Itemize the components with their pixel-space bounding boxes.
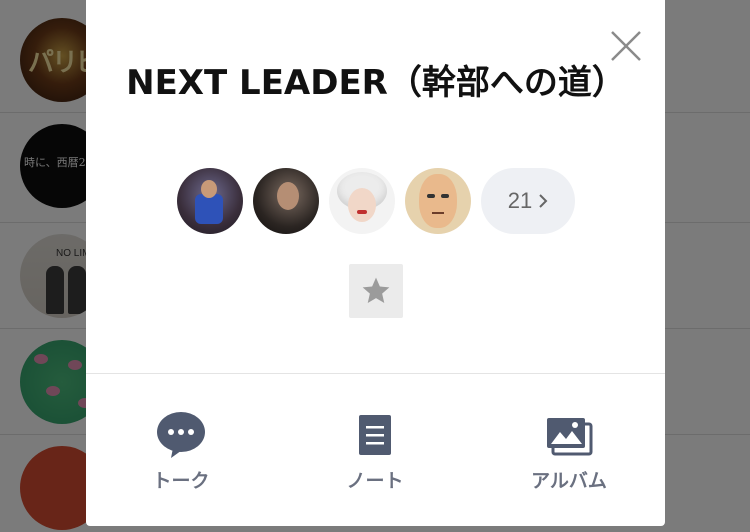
chevron-right-icon bbox=[538, 193, 548, 209]
album-button[interactable]: アルバム bbox=[509, 408, 629, 498]
member-avatar[interactable] bbox=[405, 168, 471, 234]
close-button[interactable] bbox=[608, 28, 644, 64]
group-profile-modal: NEXT LEADER（幹部への道） 21 トーク ノート アルバム bbox=[86, 0, 665, 526]
note-button[interactable]: ノート bbox=[315, 408, 435, 498]
group-title: NEXT LEADER（幹部への道） bbox=[126, 63, 626, 103]
member-count-button[interactable]: 21 bbox=[481, 168, 575, 234]
talk-button[interactable]: トーク bbox=[121, 408, 241, 498]
star-icon bbox=[362, 277, 390, 303]
chat-bubble-icon bbox=[157, 412, 205, 458]
member-avatar[interactable] bbox=[177, 168, 243, 234]
member-avatar[interactable] bbox=[253, 168, 319, 234]
album-label: アルバム bbox=[531, 470, 607, 492]
member-count: 21 bbox=[507, 188, 533, 213]
member-avatar[interactable] bbox=[329, 168, 395, 234]
member-avatars: 21 bbox=[177, 168, 575, 234]
divider bbox=[86, 373, 665, 374]
close-icon bbox=[611, 31, 641, 61]
favorite-button[interactable] bbox=[349, 264, 403, 318]
note-label: ノート bbox=[346, 470, 404, 492]
talk-label: トーク bbox=[152, 470, 210, 492]
note-icon bbox=[359, 415, 391, 455]
album-icon bbox=[547, 418, 593, 456]
